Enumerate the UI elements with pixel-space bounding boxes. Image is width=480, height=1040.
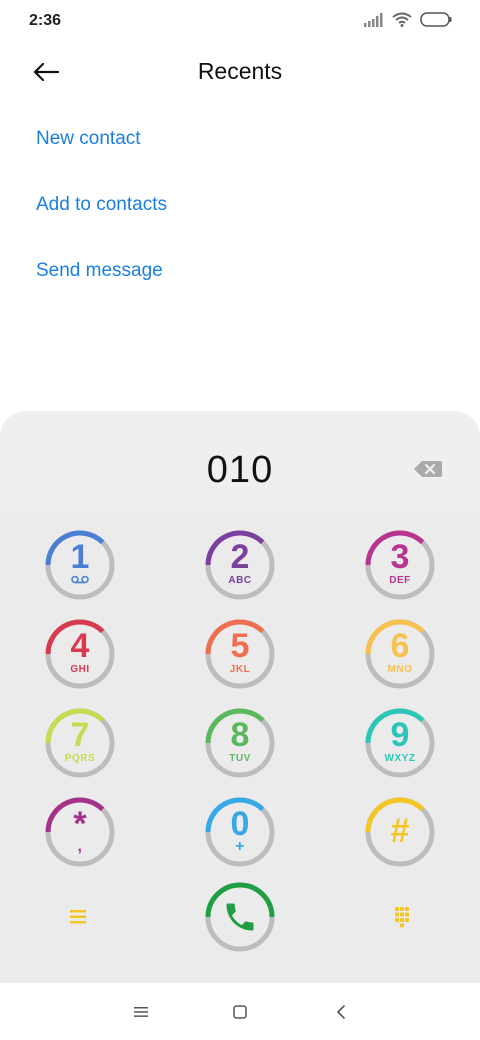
- key-digit: 6: [390, 627, 410, 665]
- header: Recents: [0, 44, 480, 100]
- wifi-icon: [392, 12, 412, 32]
- key-2[interactable]: 2 ABC: [204, 529, 276, 601]
- send-message-link[interactable]: Send message: [36, 260, 163, 282]
- backspace-icon: [414, 461, 442, 477]
- key-letters: GHI: [70, 664, 90, 675]
- back-nav-button[interactable]: [329, 1000, 353, 1024]
- dialpad-icon: [395, 907, 409, 928]
- new-contact-link[interactable]: New contact: [36, 128, 141, 150]
- key-digit: 9: [390, 716, 410, 754]
- signal-icon: [364, 12, 384, 32]
- square-icon: [233, 1005, 247, 1019]
- status-time: 2:36: [29, 12, 62, 29]
- key-9[interactable]: 9 WXYZ: [364, 707, 436, 779]
- voicemail-icon: [44, 575, 116, 587]
- menu-button[interactable]: [66, 905, 90, 929]
- recents-nav-button[interactable]: [129, 1000, 153, 1024]
- key-6[interactable]: 6 MNO: [364, 618, 436, 690]
- key-8[interactable]: 8 TUV: [204, 707, 276, 779]
- key-letters: ABC: [228, 575, 252, 586]
- key-digit: 5: [230, 627, 250, 665]
- chevron-left-icon: [337, 1005, 345, 1019]
- key-7[interactable]: 7 PQRS: [44, 707, 116, 779]
- battery-icon: [420, 12, 452, 32]
- menu-icon: [134, 1007, 148, 1017]
- key-digit: *: [73, 805, 87, 843]
- add-to-contacts-link[interactable]: Add to contacts: [36, 194, 167, 216]
- key-digit: 8: [230, 716, 250, 754]
- key-3[interactable]: 3 DEF: [364, 529, 436, 601]
- status-icons: [364, 12, 452, 32]
- key-5[interactable]: 5 JKL: [204, 618, 276, 690]
- system-nav-bar: [0, 982, 480, 1040]
- key-digit: 1: [70, 538, 90, 576]
- key-digit: #: [390, 812, 410, 850]
- backspace-button[interactable]: [413, 459, 443, 479]
- key-digit: 3: [390, 538, 410, 576]
- key-letters: WXYZ: [384, 753, 416, 764]
- dialed-number: 010: [206, 449, 274, 491]
- key-hash[interactable]: #: [364, 796, 436, 868]
- key-letters: PQRS: [64, 753, 96, 764]
- page-title: Recents: [197, 58, 283, 84]
- dial-panel: 010 1 2 ABC 3 DEF 4 GHI 5 JKL 6 MNO 7 PQRS 8 TUV 9 WXYZ *…: [0, 411, 480, 982]
- key-4[interactable]: 4 GHI: [44, 618, 116, 690]
- key-letters: MNO: [387, 664, 413, 675]
- key-letters: TUV: [229, 753, 251, 764]
- key-star[interactable]: *,: [44, 796, 116, 868]
- key-digit: 7: [70, 716, 90, 754]
- key-letters: DEF: [389, 575, 411, 586]
- dialpad-toggle-button[interactable]: [390, 905, 414, 929]
- number-display: 010: [0, 411, 480, 511]
- key-letters: +: [235, 838, 245, 855]
- home-nav-button[interactable]: [228, 1000, 252, 1024]
- key-0[interactable]: 0 +: [204, 796, 276, 868]
- key-1[interactable]: 1: [44, 529, 116, 601]
- status-bar: 2:36: [0, 0, 480, 44]
- phone-icon: [226, 903, 254, 931]
- key-digit: 0: [230, 805, 250, 843]
- menu-lines-icon: [70, 910, 86, 924]
- key-letters: JKL: [229, 664, 251, 675]
- call-button[interactable]: [204, 881, 276, 953]
- key-digit: 2: [230, 538, 250, 576]
- key-digit: 4: [70, 627, 90, 665]
- key-letters: ,: [77, 838, 83, 855]
